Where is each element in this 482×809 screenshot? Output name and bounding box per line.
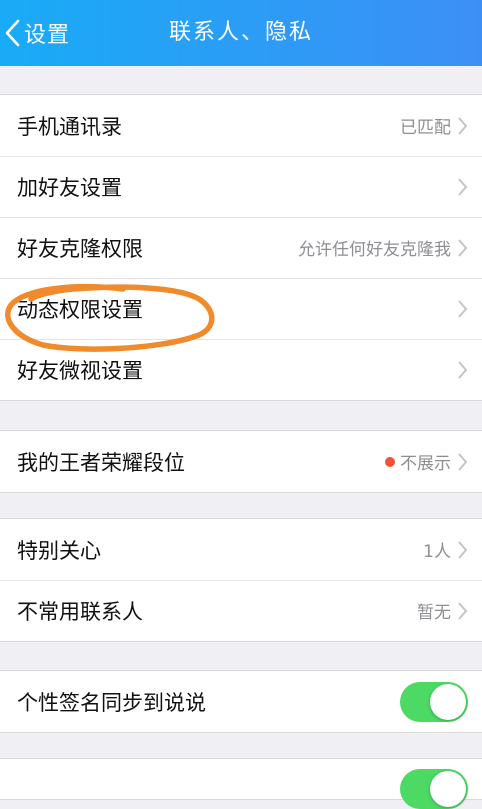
special-care-row[interactable]: 特别关心 1人 <box>0 519 482 580</box>
row-value: 1人 <box>423 542 451 562</box>
contacts-group: 手机通讯录 已匹配 加好友设置 好友克隆权限 允许任何好友克隆我 动态权限设置 … <box>0 94 482 401</box>
chevron-right-icon <box>457 452 468 472</box>
chevron-right-icon <box>457 601 468 621</box>
toggle-knob <box>430 771 466 807</box>
chevron-right-icon <box>457 238 468 258</box>
friend-weishi-settings-row[interactable]: 好友微视设置 <box>0 339 482 400</box>
infrequent-contacts-row[interactable]: 不常用联系人 暂无 <box>0 580 482 641</box>
row-value: 不展示 <box>385 449 451 474</box>
page-title: 联系人、隐私 <box>168 20 313 45</box>
add-friend-settings-row[interactable]: 加好友设置 <box>0 156 482 217</box>
signature-sync-row: 个性签名同步到说说 <box>0 671 482 732</box>
phone-contacts-row[interactable]: 手机通讯录 已匹配 <box>0 95 482 156</box>
signature-sync-group: 个性签名同步到说说 <box>0 670 482 733</box>
friend-clone-permission-row[interactable]: 好友克隆权限 允许任何好友克隆我 <box>0 217 482 278</box>
row-label: 个性签名同步到说说 <box>17 690 206 715</box>
honor-of-kings-rank-row[interactable]: 我的王者荣耀段位 不展示 <box>0 431 482 492</box>
special-contacts-group: 特别关心 1人 不常用联系人 暂无 <box>0 518 482 642</box>
row-value: 允许任何好友克隆我 <box>298 240 451 260</box>
chevron-right-icon <box>457 116 468 136</box>
row-label: 不常用联系人 <box>17 599 143 624</box>
moments-permission-row[interactable]: 动态权限设置 <box>0 278 482 339</box>
row-label: 动态权限设置 <box>17 297 143 322</box>
row-value: 暂无 <box>417 603 451 623</box>
chevron-right-icon <box>457 177 468 197</box>
row-value: 已匹配 <box>400 118 451 138</box>
row-label: 好友克隆权限 <box>17 236 143 261</box>
row-label: 特别关心 <box>17 538 101 563</box>
toggle-knob <box>430 683 466 720</box>
row-label: 加好友设置 <box>17 175 122 200</box>
row-label: 好友微视设置 <box>17 358 143 383</box>
partial-toggle[interactable] <box>400 769 468 809</box>
red-dot-badge <box>385 456 395 467</box>
nav-bar: 设置 联系人、隐私 <box>0 0 482 66</box>
signature-sync-toggle[interactable] <box>400 681 468 722</box>
next-group-partial <box>0 758 482 809</box>
chevron-right-icon <box>457 299 468 319</box>
game-rank-group: 我的王者荣耀段位 不展示 <box>0 430 482 493</box>
chevron-right-icon <box>457 540 468 560</box>
row-value-text: 不展示 <box>400 454 451 474</box>
row-label: 我的王者荣耀段位 <box>17 450 185 475</box>
row-label: 手机通讯录 <box>17 114 122 139</box>
chevron-right-icon <box>457 360 468 380</box>
